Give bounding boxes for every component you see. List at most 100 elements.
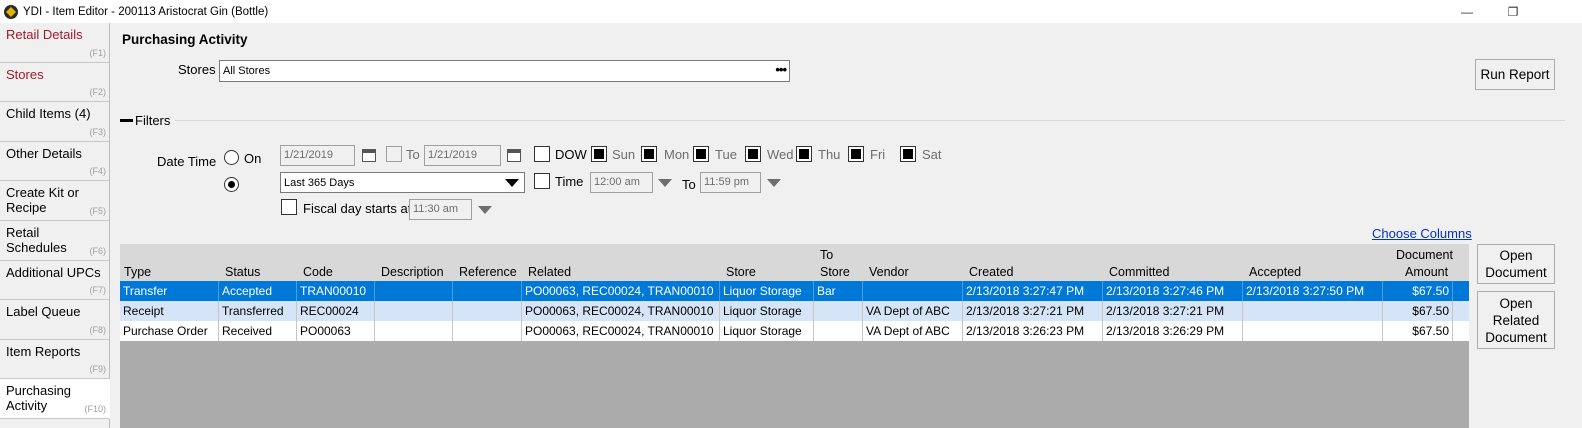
choose-columns-link[interactable]: Choose Columns — [1372, 226, 1472, 241]
col-committed[interactable]: Committed — [1106, 264, 1169, 280]
cell-type: Receipt — [120, 301, 219, 321]
sidebar: Retail Details (F1) Stores (F2) Child It… — [0, 23, 110, 428]
cell-amount: $67.50 — [1383, 281, 1453, 301]
calendar-icon[interactable] — [362, 149, 376, 162]
date-from-field[interactable]: 1/21/2019 — [280, 145, 355, 166]
open-related-document-button[interactable]: Open Related Document — [1477, 291, 1555, 349]
sidebar-item-item-reports[interactable]: Item Reports (F9) — [0, 340, 109, 380]
date-time-label: Date Time — [157, 154, 217, 169]
close-button[interactable] — [1536, 0, 1582, 23]
run-report-button[interactable]: Run Report — [1475, 59, 1555, 90]
cell-status: Accepted — [219, 281, 297, 301]
to-date-checkbox[interactable] — [386, 146, 402, 162]
col-status[interactable]: Status — [222, 264, 260, 280]
open-document-button[interactable]: Open Document — [1477, 244, 1555, 284]
cell-store: Liquor Storage — [720, 301, 814, 321]
cell-code: PO00063 — [297, 321, 375, 341]
sidebar-item-purchasing-activity[interactable]: Purchasing Activity (F10) — [0, 379, 110, 419]
stores-field[interactable]: All Stores ••• — [219, 60, 790, 82]
shortcut-key: (F7) — [89, 285, 107, 296]
wed-checkbox[interactable] — [745, 146, 761, 162]
cell-to-store — [814, 301, 863, 321]
to-label: To — [406, 147, 420, 162]
day-label-thu: Thu — [818, 147, 841, 162]
dow-label: DOW — [555, 147, 587, 162]
day-label-wed: Wed — [767, 147, 794, 162]
table-row[interactable]: Purchase Order Received PO00063 PO00063,… — [120, 321, 1469, 341]
on-radio[interactable] — [224, 150, 239, 165]
filters-toggle[interactable]: Filters — [120, 113, 170, 128]
filters-label: Filters — [135, 113, 171, 128]
col-type[interactable]: Type — [121, 264, 151, 280]
col-to-store-line1[interactable]: To — [817, 247, 833, 263]
tue-checkbox[interactable] — [693, 146, 709, 162]
col-accepted[interactable]: Accepted — [1246, 264, 1301, 280]
sidebar-item-other-details[interactable]: Other Details (F4) — [0, 142, 109, 182]
fri-checkbox[interactable] — [848, 146, 864, 162]
cell-related: PO00063, REC00024, TRAN00010 — [522, 301, 720, 321]
shortcut-key: (F2) — [89, 87, 107, 98]
date-range-select[interactable]: Last 365 Days — [280, 172, 525, 193]
sidebar-item-stores[interactable]: Stores (F2) — [0, 63, 109, 103]
calendar-icon[interactable] — [507, 149, 521, 162]
mon-checkbox[interactable] — [641, 146, 657, 162]
purchasing-table: Type Status Code Description Reference R… — [120, 244, 1469, 428]
col-to-store-line2[interactable]: Store — [817, 264, 850, 280]
sidebar-item-child-items[interactable]: Child Items (4) (F3) — [0, 102, 109, 142]
fiscal-checkbox[interactable] — [281, 199, 297, 215]
col-related[interactable]: Related — [525, 264, 571, 280]
cell-created: 2/13/2018 3:27:21 PM — [963, 301, 1103, 321]
shortcut-key: (F4) — [89, 166, 107, 177]
sidebar-item-label-queue[interactable]: Label Queue (F8) — [0, 300, 109, 340]
col-amount-line2[interactable]: Amount — [1402, 264, 1448, 280]
cell-type: Purchase Order — [120, 321, 219, 341]
sidebar-item-label: Item Reports — [6, 343, 81, 359]
chevron-down-icon[interactable] — [767, 179, 781, 187]
time-from-field[interactable]: 12:00 am — [590, 172, 653, 193]
col-description[interactable]: Description — [378, 264, 444, 280]
shortcut-key: (F9) — [89, 364, 107, 375]
cell-vendor — [863, 281, 963, 301]
cell-reference — [453, 321, 522, 341]
sidebar-item-retail-schedules[interactable]: Retail Schedules (F6) — [0, 221, 109, 261]
col-created[interactable]: Created — [966, 264, 1013, 280]
chevron-down-icon[interactable] — [658, 179, 672, 187]
sidebar-item-retail-details[interactable]: Retail Details (F1) — [0, 23, 109, 63]
stores-label: Stores — [178, 62, 216, 77]
sidebar-item-create-kit[interactable]: Create Kit or Recipe (F5) — [0, 181, 109, 221]
cell-code: REC00024 — [297, 301, 375, 321]
sun-checkbox[interactable] — [591, 146, 607, 162]
table-row[interactable]: Transfer Accepted TRAN00010 PO00063, REC… — [120, 281, 1469, 301]
cell-related: PO00063, REC00024, TRAN00010 — [522, 281, 720, 301]
table-row[interactable]: Receipt Transferred REC00024 PO00063, RE… — [120, 301, 1469, 321]
chevron-down-icon[interactable] — [478, 206, 492, 214]
col-reference[interactable]: Reference — [456, 264, 517, 280]
cell-description — [375, 301, 453, 321]
thu-checkbox[interactable] — [796, 146, 812, 162]
range-radio[interactable] — [224, 177, 239, 192]
restore-button[interactable]: ❐ — [1490, 0, 1536, 23]
date-to-field[interactable]: 1/21/2019 — [424, 145, 501, 166]
time-checkbox[interactable] — [534, 173, 550, 189]
app-logo-icon — [4, 4, 18, 19]
time-to-field[interactable]: 11:59 pm — [700, 172, 761, 193]
fiscal-label: Fiscal day starts at — [303, 201, 412, 216]
collapse-icon — [120, 119, 133, 122]
sat-checkbox[interactable] — [900, 146, 916, 162]
cell-committed: 2/13/2018 3:26:29 PM — [1103, 321, 1243, 341]
col-store[interactable]: Store — [723, 264, 756, 280]
cell-committed: 2/13/2018 3:27:46 PM — [1103, 281, 1243, 301]
sidebar-item-label: Create Kit or Recipe — [6, 185, 79, 216]
window-title: YDI - Item Editor - 200113 Aristocrat Gi… — [23, 5, 269, 18]
fiscal-time-field[interactable]: 11:30 am — [409, 199, 472, 220]
col-code[interactable]: Code — [300, 264, 333, 280]
divider — [175, 120, 1565, 121]
minimize-button[interactable]: — — [1444, 0, 1490, 23]
dow-checkbox[interactable] — [534, 146, 550, 162]
col-amount-line1[interactable]: Document — [1393, 247, 1453, 263]
more-options-icon[interactable]: ••• — [775, 62, 787, 77]
col-vendor[interactable]: Vendor — [866, 264, 909, 280]
sidebar-item-additional-upcs[interactable]: Additional UPCs (F7) — [0, 261, 109, 301]
sidebar-item-label: Additional UPCs — [6, 264, 101, 280]
day-label-sun: Sun — [612, 147, 636, 162]
